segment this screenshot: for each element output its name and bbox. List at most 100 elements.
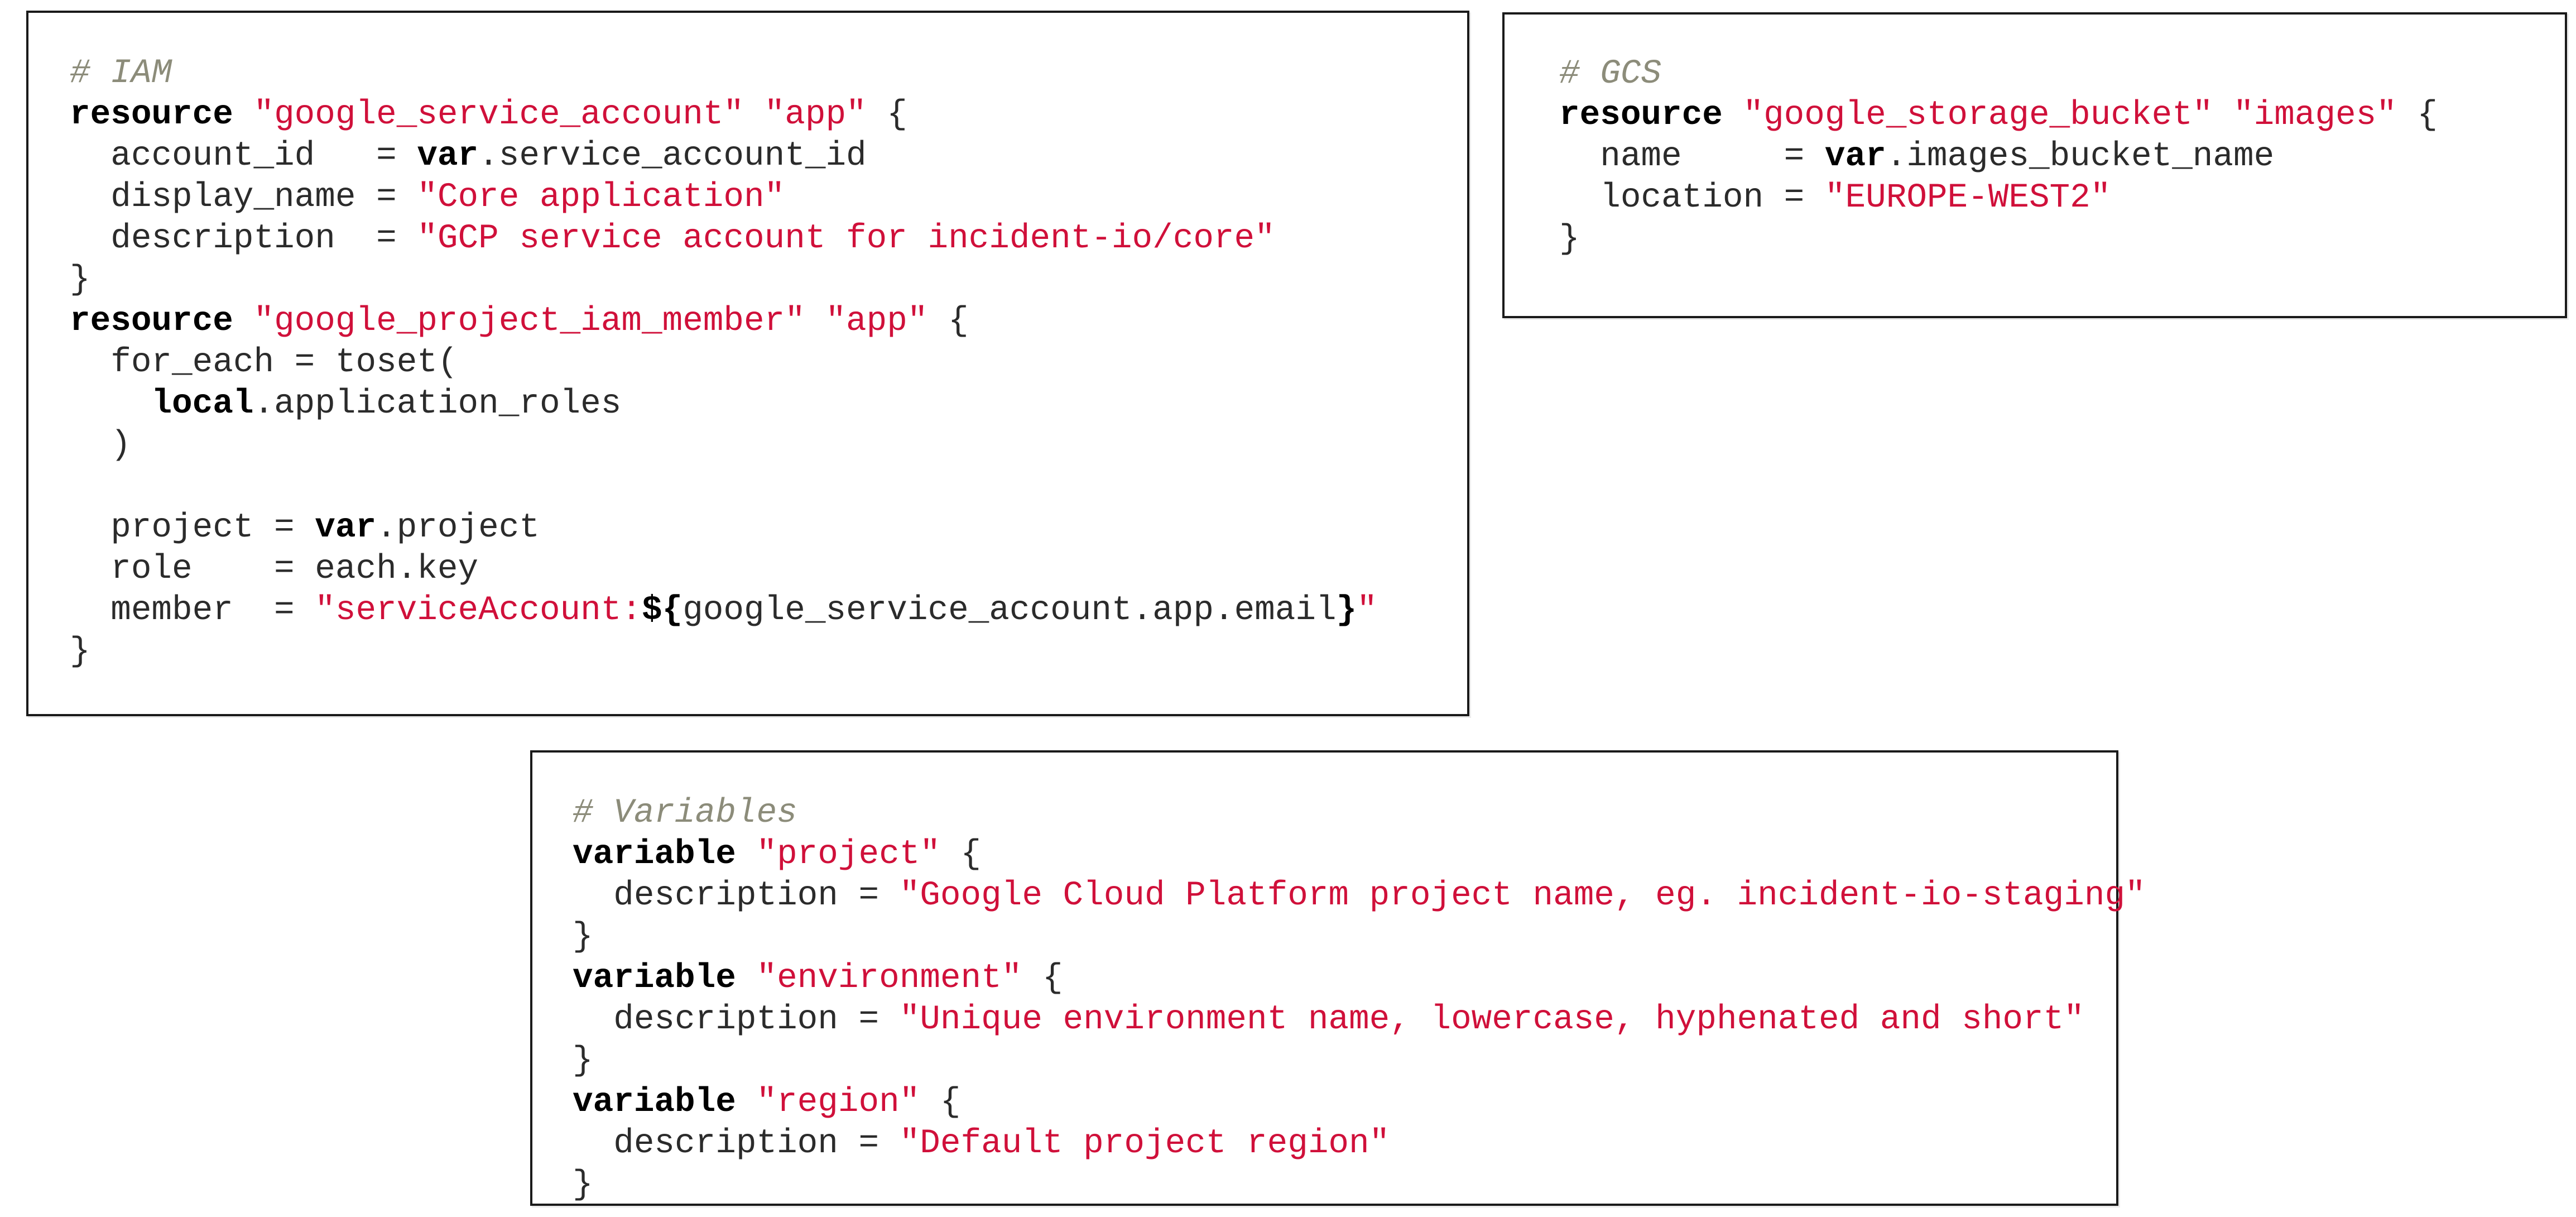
code-text: { <box>1022 959 1063 998</box>
code-line: for_each = toset( <box>70 342 1467 384</box>
code-line: # Variables <box>573 793 2116 834</box>
code-string: "Default project region" <box>899 1124 1390 1163</box>
code-line: role = each.key <box>70 549 1467 590</box>
code-string: "project" <box>756 835 940 874</box>
code-text: ) <box>70 426 131 464</box>
code-comment: # GCS <box>1559 55 1662 93</box>
code-text: .project <box>376 509 540 547</box>
code-line: project = var.project <box>70 507 1467 549</box>
code-line: } <box>70 260 1467 301</box>
code-text: } <box>70 261 90 299</box>
code-text: } <box>573 1042 593 1080</box>
code-line: description = "GCP service account for i… <box>70 218 1467 260</box>
code-text: description = <box>573 876 900 915</box>
code-text: } <box>573 918 593 956</box>
variables-code-panel: # Variables variable "project" { descript… <box>530 750 2146 1206</box>
code-text: .application_roles <box>253 385 622 423</box>
code-line: } <box>573 1165 2116 1206</box>
code-comment: # Variables <box>573 794 797 832</box>
code-text: display_name = <box>70 178 417 217</box>
code-string: "Unique environment name, lowercase, hyp… <box>899 1000 2084 1039</box>
code-line: description = "Google Cloud Platform pro… <box>573 875 2145 917</box>
code-text: description = <box>573 1124 900 1163</box>
code-line: description = "Unique environment name, … <box>573 999 2116 1041</box>
code-line: variable "environment" { <box>573 958 2116 999</box>
code-text: { <box>927 302 969 341</box>
code-text: { <box>2396 96 2438 135</box>
code-text: { <box>920 1083 961 1122</box>
code-text: project = <box>70 509 315 547</box>
code-text: .images_bucket_name <box>1886 137 2275 176</box>
code-text: { <box>866 95 907 134</box>
code-string: "GCP service account for incident-io/cor… <box>417 219 1275 258</box>
code-string: "region" <box>756 1083 920 1122</box>
code-line: location = "EUROPE-WEST2" <box>1559 178 2565 219</box>
code-string: "app" <box>764 95 867 134</box>
code-keyword: local <box>151 385 254 423</box>
code-text: description = <box>573 1000 900 1039</box>
code-text: role = each.key <box>70 550 479 588</box>
code-string: "google_storage_bucket" <box>1743 96 2213 135</box>
code-string: "google_service_account" <box>253 95 744 134</box>
code-text: .service_account_id <box>478 137 867 175</box>
code-text: for_each = toset( <box>70 343 458 382</box>
code-keyword: variable <box>573 1083 736 1122</box>
code-string: "Core application" <box>417 178 785 217</box>
code-line: variable "project" { <box>573 834 2116 875</box>
code-line: } <box>1559 219 2565 260</box>
code-line: resource "google_storage_bucket" "images… <box>1559 95 2565 136</box>
code-string: "EUROPE-WEST2" <box>1824 179 2111 217</box>
code-line: description = "Default project region" <box>573 1123 2116 1165</box>
iam-code-block: # IAM resource "google_service_account" "… <box>70 53 1467 673</box>
code-text: } <box>70 633 90 671</box>
gcs-code-panel: # GCS resource "google_storage_bucket" "i… <box>1502 12 2567 318</box>
code-text: } <box>1559 220 1580 258</box>
code-line: resource "google_project_iam_member" "ap… <box>70 301 1467 342</box>
code-keyword: var <box>1824 137 1886 176</box>
code-text: member = <box>70 591 315 630</box>
code-keyword: variable <box>573 835 736 874</box>
code-line: # IAM <box>70 53 1467 94</box>
code-string: "google_project_iam_member" <box>253 302 805 341</box>
code-text: location = <box>1559 179 1825 217</box>
code-string: "images" <box>2233 96 2397 135</box>
code-line: } <box>573 917 2116 958</box>
code-keyword: ${ <box>641 591 683 630</box>
code-line: variable "region" { <box>573 1082 2116 1123</box>
code-line: name = var.images_bucket_name <box>1559 136 2565 178</box>
code-text: { <box>940 835 982 874</box>
code-keyword: var <box>417 137 479 175</box>
code-string: "environment" <box>756 959 1022 998</box>
code-text: account_id = <box>70 137 417 175</box>
code-string: "Google Cloud Platform project name, eg.… <box>899 876 2146 915</box>
code-keyword: var <box>315 509 377 547</box>
code-keyword: resource <box>70 95 233 134</box>
variables-code-block: # Variables variable "project" { descript… <box>573 793 2146 1206</box>
code-line: ) <box>70 425 1467 466</box>
code-line: # GCS <box>1559 54 2565 95</box>
gcs-code-block: # GCS resource "google_storage_bucket" "i… <box>1559 54 2565 260</box>
code-string: "app" <box>825 302 928 341</box>
code-text: google_service_account.app.email <box>683 591 1337 630</box>
code-line: display_name = "Core application" <box>70 177 1467 218</box>
code-comment: # IAM <box>70 54 172 93</box>
code-line: resource "google_service_account" "app" … <box>70 94 1467 136</box>
code-line: } <box>573 1041 2116 1082</box>
code-text: description = <box>70 219 417 258</box>
code-line: } <box>70 631 1467 673</box>
code-line: member = "serviceAccount:${google_servic… <box>70 590 1467 631</box>
code-line: account_id = var.service_account_id <box>70 136 1467 177</box>
code-text: } <box>573 1166 593 1204</box>
code-string: " <box>1357 591 1377 630</box>
code-keyword: resource <box>70 302 233 341</box>
